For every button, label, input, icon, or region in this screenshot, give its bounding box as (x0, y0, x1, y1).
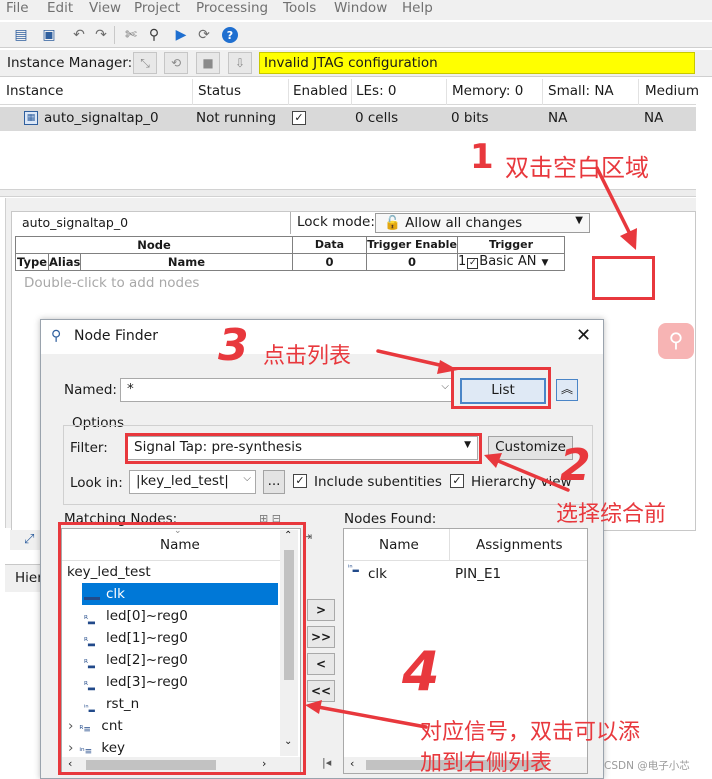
annotation-arrows (305, 166, 637, 729)
step-label-1: 双击空白区域 (505, 154, 649, 182)
step-label-4-line2: 加到右侧列表 (420, 751, 553, 776)
step-number-4: 4 (402, 640, 440, 703)
step-label-3: 点击列表 (263, 344, 352, 369)
arrowhead-step3 (437, 360, 458, 374)
arrow-step3 (376, 349, 446, 368)
arrowhead-step4 (305, 700, 322, 714)
step-label-4-line1: 对应信号，双击可以添 (420, 720, 641, 745)
step-label-2: 选择综合前 (556, 502, 667, 527)
step-number-1: 1 (470, 137, 494, 177)
arrow-step2 (494, 458, 570, 492)
step-number-3: 3 (218, 320, 249, 371)
step-number-2: 2 (560, 440, 591, 491)
arrow-step4 (316, 705, 428, 729)
watermark: CSDN @电子小芯 (604, 760, 690, 772)
